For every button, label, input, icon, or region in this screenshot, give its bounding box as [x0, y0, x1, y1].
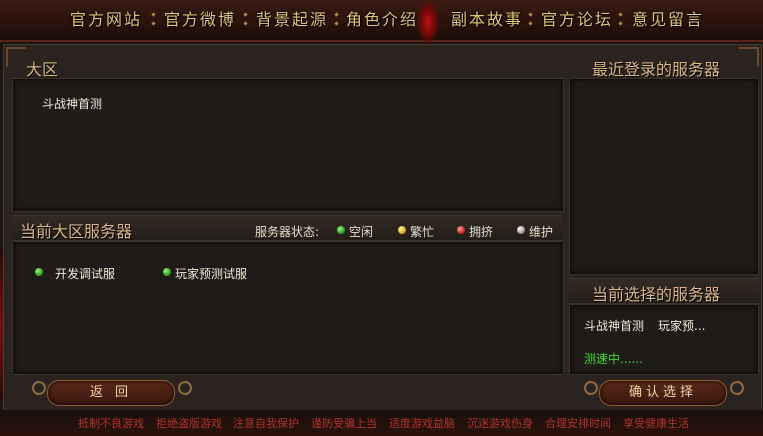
footer-notice: 享受健康生活	[623, 417, 689, 430]
region-list: 斗战神首测	[12, 78, 564, 212]
nav-official-weibo[interactable]: 官方微博	[164, 9, 236, 31]
busy-status-icon	[398, 226, 406, 234]
nav-separator-icon	[527, 10, 533, 30]
footer-notice: 注意自我保护	[233, 417, 299, 430]
selected-server-panel: 斗战神首测 玩家预... 测速中......	[569, 304, 759, 375]
recent-servers-list	[569, 78, 759, 275]
legend-busy: 繁忙	[410, 225, 435, 239]
ornament-icon	[584, 381, 598, 395]
region-item[interactable]: 斗战神首测	[42, 95, 102, 112]
top-navigation: 官方网站 官方微博 背景起源 角色介绍 副本故事 官方论坛 意见留言	[0, 0, 763, 44]
selected-server-title: 当前选择的服务器	[592, 285, 721, 304]
legend-idle: 空闲	[349, 225, 374, 239]
footer-notice: 沉迷游戏伤身	[467, 417, 533, 430]
ornament-icon	[178, 381, 192, 395]
server-name: 玩家预测试服	[175, 267, 248, 281]
selected-server-name: 玩家预...	[658, 319, 706, 333]
speed-test-status: 测速中......	[584, 352, 643, 366]
back-button[interactable]: 返 回	[47, 380, 175, 406]
corner-ornament-icon	[739, 47, 759, 67]
nav-separator-icon	[333, 10, 339, 30]
ornament-icon	[730, 381, 744, 395]
legend-maintenance: 维护	[529, 225, 554, 239]
recent-servers-title: 最近登录的服务器	[592, 60, 721, 79]
nav-separator-icon	[150, 10, 156, 30]
footer-notice: 谨防受骗上当	[311, 417, 377, 430]
idle-status-icon	[337, 226, 345, 234]
footer-notice: 拒绝盗版游戏	[156, 417, 222, 430]
maintenance-status-icon	[517, 226, 525, 234]
dragon-emblem-icon	[417, 0, 439, 44]
legend-crowded: 拥挤	[469, 225, 494, 239]
server-list: 开发调试服 玩家预测试服	[12, 241, 564, 375]
region-title: 大区	[26, 60, 59, 79]
nav-dungeon-story[interactable]: 副本故事	[451, 9, 523, 31]
current-region-title: 当前大区服务器	[20, 222, 133, 241]
ornament-icon	[32, 381, 46, 395]
corner-ornament-icon	[6, 47, 26, 67]
nav-feedback[interactable]: 意见留言	[632, 9, 704, 31]
footer-notice: 抵制不良游戏	[78, 417, 144, 430]
nav-official-site[interactable]: 官方网站	[70, 9, 142, 31]
server-select-frame: 大区 斗战神首测 当前大区服务器 服务器状态: 空闲 繁忙 拥挤 维护 开发调试…	[3, 44, 762, 412]
nav-separator-icon	[242, 10, 248, 30]
confirm-select-button[interactable]: 确认选择	[599, 380, 727, 406]
footer-notice: 合理安排时间	[545, 417, 611, 430]
selected-region: 斗战神首测	[584, 319, 645, 333]
server-status-icon	[35, 268, 43, 276]
server-name: 开发调试服	[55, 267, 116, 281]
server-item[interactable]: 开发调试服	[35, 264, 145, 282]
nav-separator-icon	[617, 10, 623, 30]
nav-character-intro[interactable]: 角色介绍	[346, 9, 418, 31]
nav-official-forum[interactable]: 官方论坛	[541, 9, 613, 31]
server-item[interactable]: 玩家预测试服	[163, 264, 283, 282]
health-notice-footer: 抵制不良游戏 拒绝盗版游戏 注意自我保护 谨防受骗上当 适度游戏益脑 沉迷游戏伤…	[0, 410, 763, 436]
nav-background-origin[interactable]: 背景起源	[256, 9, 328, 31]
server-status-label: 服务器状态:	[255, 225, 320, 239]
crowded-status-icon	[457, 226, 465, 234]
footer-notice: 适度游戏益脑	[389, 417, 455, 430]
server-status-icon	[163, 268, 171, 276]
